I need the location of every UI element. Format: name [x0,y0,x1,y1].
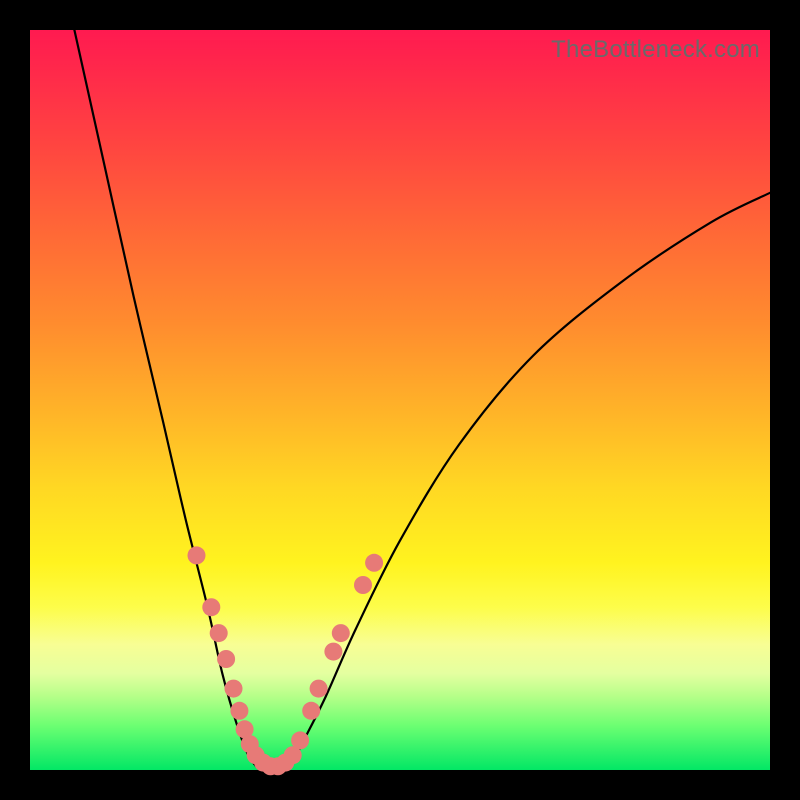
highlight-dot [217,650,235,668]
highlight-dot [225,680,243,698]
highlight-dot [202,598,220,616]
highlight-dot [230,702,248,720]
plot-area: TheBottleneck.com [30,30,770,770]
highlight-dot [324,643,342,661]
right-branch-curve [289,193,770,770]
curves-svg [30,30,770,770]
highlight-dot [310,680,328,698]
highlight-dot [291,731,309,749]
highlight-dot [365,554,383,572]
highlight-dot [354,576,372,594]
chart-frame: TheBottleneck.com [0,0,800,800]
highlight-dot [302,702,320,720]
highlight-dot [210,624,228,642]
highlight-dots-group [188,546,384,775]
highlight-dot [188,546,206,564]
highlight-dot [332,624,350,642]
